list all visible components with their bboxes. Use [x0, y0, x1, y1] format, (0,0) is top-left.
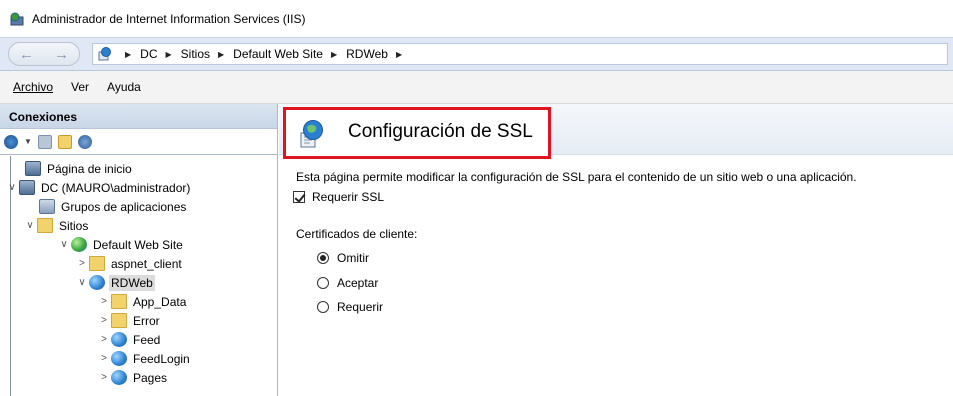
forward-arrow-icon[interactable]: →: [54, 46, 69, 63]
folder-icon: [89, 256, 105, 271]
menu-ayuda[interactable]: Ayuda: [107, 80, 141, 94]
page-description: Esta página permite modificar la configu…: [296, 170, 857, 184]
web-app-icon: [111, 351, 127, 366]
folder-icon: [111, 313, 127, 328]
sites-folder-icon: [37, 218, 53, 233]
connections-toolbar: ▼: [0, 129, 277, 155]
breadcrumb-item-rdweb[interactable]: RDWeb: [346, 47, 388, 61]
tree-item-app-pools[interactable]: Grupos de aplicaciones: [39, 197, 188, 216]
dropdown-arrow-icon[interactable]: ▼: [24, 137, 32, 146]
disconnect-icon[interactable]: [77, 134, 92, 149]
chevron-right-icon[interactable]: >: [75, 258, 89, 269]
chevron-down-icon[interactable]: ∨: [75, 277, 89, 288]
page-title: Configuración de SSL: [348, 121, 533, 142]
require-ssl-label: Requerir SSL: [312, 190, 385, 204]
iis-app-icon: [10, 12, 26, 26]
tree-item-error[interactable]: > Error: [97, 311, 162, 330]
menu-archivo[interactable]: Archivo: [13, 80, 53, 94]
web-app-icon: [111, 332, 127, 347]
chevron-right-icon[interactable]: >: [97, 315, 111, 326]
tree-item-aspnet-client[interactable]: > aspnet_client: [75, 254, 184, 273]
web-app-icon: [97, 47, 113, 61]
breadcrumb-item-default-web-site[interactable]: Default Web Site: [233, 47, 323, 61]
server-icon: [19, 180, 35, 195]
chevron-right-icon[interactable]: >: [97, 372, 111, 383]
radio-unselected-icon[interactable]: [317, 277, 329, 289]
connect-icon[interactable]: [4, 134, 18, 149]
chevron-down-icon[interactable]: ∨: [57, 239, 71, 250]
radio-omitir-label: Omitir: [337, 251, 369, 265]
web-app-icon: [89, 275, 105, 290]
nav-buttons: ← →: [8, 42, 80, 66]
chevron-right-icon[interactable]: >: [97, 334, 111, 345]
app-pool-icon: [39, 199, 55, 214]
chevron-right-icon[interactable]: ▶: [396, 50, 402, 59]
tree-item-dc[interactable]: ∨ DC (MAURO\administrador): [5, 178, 192, 197]
ssl-settings-pane: Configuración de SSL Esta página permite…: [279, 104, 953, 396]
web-app-icon: [111, 370, 127, 385]
menu-bar: Archivo Ver Ayuda: [0, 71, 953, 104]
ssl-lock-globe-icon: [299, 119, 325, 149]
tree-item-feedlogin[interactable]: > FeedLogin: [97, 349, 192, 368]
connections-pane: Conexiones ▼ Página de inicio ∨ DC (MAUR…: [0, 104, 278, 396]
back-arrow-icon[interactable]: ←: [19, 46, 34, 63]
radio-unselected-icon[interactable]: [317, 301, 329, 313]
tree-item-default-web-site[interactable]: ∨ Default Web Site: [57, 235, 185, 254]
title-highlight-box: Configuración de SSL: [283, 107, 551, 159]
radio-selected-icon[interactable]: [317, 252, 329, 264]
radio-omitir[interactable]: Omitir: [317, 251, 369, 265]
tree-item-app-data[interactable]: > App_Data: [97, 292, 188, 311]
folder-icon: [111, 294, 127, 309]
tree-item-pages[interactable]: > Pages: [97, 368, 169, 387]
tree-item-sites[interactable]: ∨ Sitios: [23, 216, 90, 235]
chevron-right-icon: ▶: [218, 49, 225, 59]
start-page-icon: [25, 161, 41, 176]
chevron-right-icon: ▶: [165, 49, 172, 59]
breadcrumb-item-sitios[interactable]: Sitios: [181, 47, 210, 61]
chevron-down-icon[interactable]: ∨: [5, 182, 19, 193]
breadcrumb-item-dc[interactable]: DC: [140, 47, 157, 61]
tree-item-start-page[interactable]: Página de inicio: [25, 159, 134, 178]
chevron-right-icon: ▶: [330, 49, 338, 59]
menu-ver[interactable]: Ver: [71, 80, 89, 94]
require-ssl-checkbox[interactable]: Requerir SSL: [293, 190, 384, 204]
website-globe-icon: [71, 237, 87, 252]
checkbox-checked-icon[interactable]: [293, 191, 305, 203]
window-titlebar: Administrador de Internet Information Se…: [0, 0, 953, 37]
connections-tree: Página de inicio ∨ DC (MAURO\administrad…: [8, 156, 277, 396]
up-folder-icon[interactable]: [57, 134, 72, 149]
tree-item-rdweb[interactable]: ∨ RDWeb: [75, 273, 155, 292]
radio-requerir-label: Requerir: [337, 300, 384, 314]
tree-item-feed[interactable]: > Feed: [97, 330, 162, 349]
breadcrumb[interactable]: ▶ DC ▶ Sitios ▶ Default Web Site ▶ RDWeb ▶: [92, 43, 948, 65]
chevron-right-icon: ▶: [125, 49, 132, 59]
window-title: Administrador de Internet Information Se…: [32, 11, 306, 26]
radio-aceptar-label: Aceptar: [337, 276, 379, 290]
address-bar: ← → ▶ DC ▶ Sitios ▶ Default Web Site ▶ RDWeb…: [0, 37, 953, 71]
chevron-right-icon[interactable]: >: [97, 353, 111, 364]
connections-header: Conexiones: [0, 104, 277, 129]
chevron-right-icon[interactable]: >: [97, 296, 111, 307]
chevron-down-icon[interactable]: ∨: [23, 220, 37, 231]
client-certs-label: Certificados de cliente:: [296, 227, 418, 241]
save-icon[interactable]: [37, 134, 52, 149]
radio-requerir[interactable]: Requerir: [317, 300, 383, 314]
radio-aceptar[interactable]: Aceptar: [317, 276, 378, 290]
